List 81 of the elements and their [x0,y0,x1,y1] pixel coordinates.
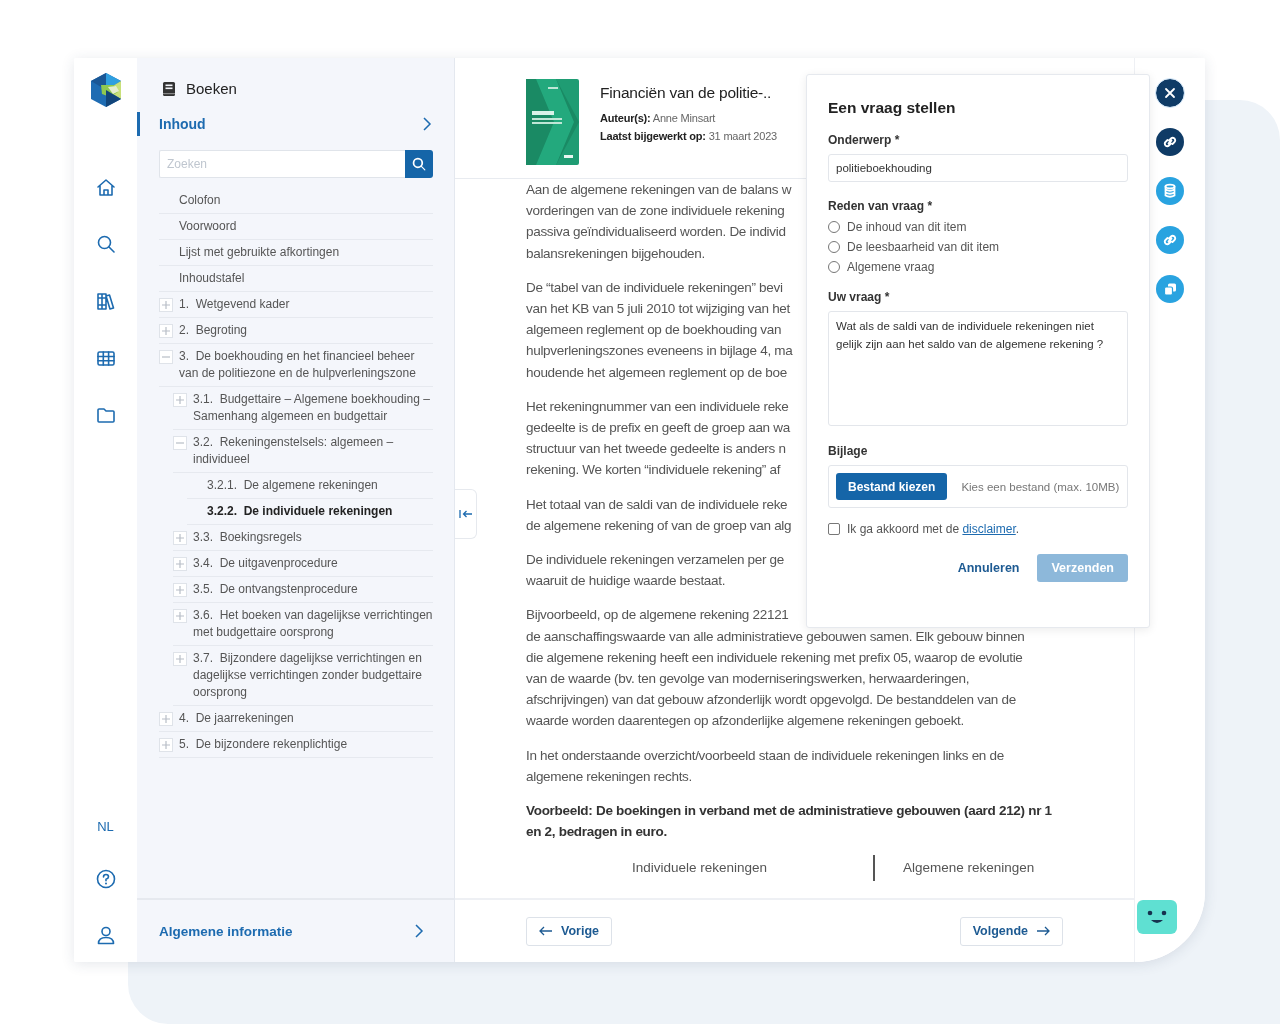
field-label: Reden van vraag * [828,199,934,213]
chevron-right-icon[interactable] [414,924,424,938]
paragraph: Het totaal van de saldi van de individuele reke de algemene rekening of van de groep van alg [526,495,792,535]
choose-file-button[interactable]: Bestand kiezen [836,473,948,500]
option-label: De inhoud van dit item [847,220,967,234]
paragraph: In het onderstaande overzicht/voorbeeld staan de individuele rekeningen links en de algemene rekeningen rechts. [526,746,1004,786]
toc-item[interactable]: Colofon [179,192,221,209]
toc-item[interactable]: 3.5. De ontvangstenprocedure [193,581,358,598]
help-icon[interactable] [94,868,117,890]
updated-text: Laatst bijgewerkt op: 31 maart 2023 [600,130,778,142]
previous-button[interactable]: Vorige [526,916,612,946]
paragraph: Het rekeningnummer van een individuele reke gedeelte is de prefix en geeft de groep aan wa structuur van het tweede gedeelte is anders n rekening. We korten “individuele rekening” af [526,397,790,480]
file-hint: Kies een bestand (max. 10MB) [961,480,1120,493]
arrow-right-icon [1036,926,1050,936]
copy-button[interactable] [1155,274,1185,304]
expand-toggle[interactable] [174,653,186,665]
expand-toggle[interactable] [174,610,186,622]
expand-toggle[interactable] [160,713,172,725]
paragraph: Bijvoorbeeld, op de algemene rekening 22121 de aanschaffingswaarde van alle administratieve gebouwen samen. Elk gebouw binnen die algemene rekening heeft een individuele rekening met prefix 05, waarop de evolutie van de waarde (bv. ten gevolge van moderniseringswerken, herwaarderingen, afschrijvingen) van dat gebouw afzonderlijk wordt opgevolgd. De bestanddelen van de waarde worden daarentegen op afzonderlijke algemene rekeningen geboekt. [526,606,1025,731]
cancel-button[interactable]: Annuleren [953,557,1024,579]
close-button[interactable] [1155,78,1185,108]
toc-item[interactable]: 2. Begroting [179,322,248,339]
field-label: Bijlage [828,444,869,458]
expand-toggle[interactable] [160,739,172,751]
field-label: Uw vraag * [828,290,891,304]
toc-item[interactable]: 3.4. De uitgavenprocedure [193,555,338,572]
toc-item[interactable]: 3.2.2. De individuele rekeningen [207,503,393,520]
general-info-link[interactable]: Algemene informatie [159,923,293,939]
link-button[interactable] [1155,127,1185,157]
toc-item[interactable]: 3. De boekhouding en het financieel beheer van de politiezone en de hulpverleningszone [179,348,433,382]
paragraph: Voorbeeld: De boekingen in verband met de administratieve gebouwen (aard 212) nr 1 en 2, bedragen in euro. [526,802,1052,842]
field-label: Onderwerp * [828,133,901,147]
home-icon[interactable] [94,176,117,198]
expand-toggle[interactable] [160,325,172,337]
chevron-right-icon[interactable] [422,117,432,131]
expand-toggle[interactable] [174,558,186,570]
search-button[interactable] [405,150,433,178]
toc-item[interactable]: 3.2. Rekeningenstelsels: algemeen – individueel [193,434,433,468]
toc-item[interactable]: 1. Wetgevend kader [179,296,290,313]
next-button[interactable]: Volgende [959,916,1063,946]
search-field[interactable]: Zoeken [159,150,405,178]
paragraph: De “tabel van de individuele rekeningen” bevi van het KB van 5 juli 2010 tot wijziging van het algemeen reglement op de boekhouding van hulpverleningszones eveneens in bijlage 4, ma houdende het algemeen reglement op de boe [526,278,793,382]
toc-item[interactable]: 4. De jaarrekeningen [179,710,294,727]
author-text: Auteur(s): Anne Minsart [600,112,717,124]
toc-item[interactable]: Voorwoord [179,218,237,235]
search-icon [411,156,427,172]
checkbox[interactable] [828,523,840,535]
dialog-title: Een vraag stellen [828,99,957,117]
expand-toggle[interactable] [174,532,186,544]
book-title: Financiën van de politie-.. [600,84,773,102]
toc-item[interactable]: 3.2.1. De algemene rekeningen [207,477,378,494]
sidebar-title: Boeken [186,80,237,97]
toc-item[interactable]: Lijst met gebruikte afkortingen [179,244,340,261]
expand-toggle[interactable] [160,299,172,311]
expand-toggle[interactable] [174,394,186,406]
toc-item[interactable]: 5. De bijzondere rekenplichtige [179,736,348,753]
paragraph: Aan de algemene rekeningen van de balans w vorderingen van de zone individuele rekening passiva geïndividualiseerd worden. De individ balansrekeningen bijgehouden. [526,181,792,263]
agreement-text: Ik ga akkoord met de disclaimer. [847,522,1020,536]
database-button[interactable] [1155,176,1185,206]
column-header: Algemene rekeningen [902,859,1035,878]
toc-item[interactable]: 3.1. Budgettaire – Algemene boekhouding – Samenhang algemeen en budgettair [193,391,433,425]
collapse-icon [458,509,473,519]
option-label: Algemene vraag [847,260,935,274]
column-header: Individuele rekeningen [526,855,875,882]
book-icon [162,80,176,97]
language-button[interactable]: NL [97,819,114,834]
file-field[interactable]: Bestand kiezen Kies een bestand (max. 10MB) [828,465,1128,508]
books-icon[interactable] [94,290,117,312]
question-field[interactable]: Wat als de saldi van de individuele rekeningen niet gelijk zijn aan het saldo van de algemene rekening ? [828,311,1128,426]
collapse-sidebar-button[interactable] [455,489,477,539]
toc-item[interactable]: Inhoudstafel [179,270,245,287]
toc-item[interactable]: 3.3. Boekingsregels [193,529,302,546]
paragraph: De individuele rekeningen verzamelen per ge waaruit de huidige waarde bestaat. [526,551,785,591]
toc-item[interactable]: 3.7. Bijzondere dagelijkse verrichtingen en dagelijkse verrichtingen zonder budgettaire oorsprong [193,650,433,701]
chatbot-icon[interactable] [1137,900,1177,934]
expand-toggle[interactable] [174,584,186,596]
disclaimer-link[interactable]: disclaimer [962,522,1016,536]
option-label: De leesbaarheid van dit item [847,240,1000,254]
subject-field[interactable]: politieboekhouding [828,154,1128,182]
toc-item[interactable]: 3.6. Het boeken van dagelijkse verrichtingen met budgettaire oorsprong [193,607,433,641]
arrow-left-icon [539,926,553,936]
